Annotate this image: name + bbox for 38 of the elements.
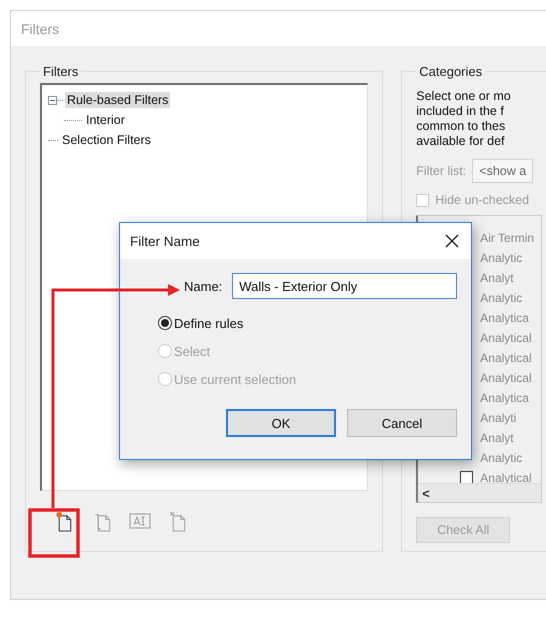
new-document-icon [54, 510, 74, 532]
category-item[interactable]: Air Termin [480, 231, 534, 245]
filter-list-label: Filter list: [416, 164, 466, 178]
category-item[interactable]: Analytical [480, 331, 532, 345]
tree-item[interactable]: Selection Filters [60, 132, 153, 148]
category-item[interactable]: Analytica [480, 311, 529, 325]
window-title: Filters [21, 20, 60, 36]
category-item[interactable]: Analytic [480, 291, 522, 305]
category-item[interactable]: Analytical [480, 471, 532, 485]
close-button[interactable] [443, 232, 461, 250]
category-item[interactable]: Analytic [480, 251, 522, 265]
description-text: Select one or mo included in the f common to thes available for def [416, 89, 512, 149]
text-box-icon [129, 512, 151, 530]
tree-item[interactable]: Interior [84, 112, 127, 128]
group-title: Categories [418, 65, 484, 79]
dialog-button[interactable]: Cancel [347, 409, 457, 437]
collapse-toggle[interactable] [48, 96, 57, 104]
highlight-frame [28, 508, 80, 558]
category-item[interactable]: Analytic [480, 451, 522, 465]
tree-item[interactable]: Rule-based Filters [65, 92, 170, 108]
category-item[interactable]: Analytical [480, 371, 532, 385]
name-label: Name: [184, 278, 222, 294]
category-item[interactable]: Analyt [480, 431, 514, 445]
scroll-left-button[interactable]: < [418, 486, 434, 500]
radio-option[interactable]: Define rules [158, 313, 471, 333]
checkbox[interactable] [460, 471, 474, 484]
category-item[interactable]: Analytical [480, 351, 532, 365]
group-title: Filters [42, 65, 80, 79]
category-item[interactable]: Analyt [480, 271, 514, 285]
horizontal-scrollbar[interactable]: < [418, 483, 541, 502]
category-item[interactable]: Analyti [480, 411, 516, 425]
dialog-title: Filter Name [130, 234, 200, 248]
dialog-button[interactable]: OK [226, 409, 336, 437]
checkbox-label: Hide un-checked [435, 193, 530, 207]
category-item[interactable]: Analytica [480, 391, 529, 405]
delete-document-icon [168, 510, 188, 532]
name-input[interactable]: Walls - Exterior Only [232, 273, 458, 299]
filter-list-dropdown[interactable]: <show a [472, 159, 534, 183]
